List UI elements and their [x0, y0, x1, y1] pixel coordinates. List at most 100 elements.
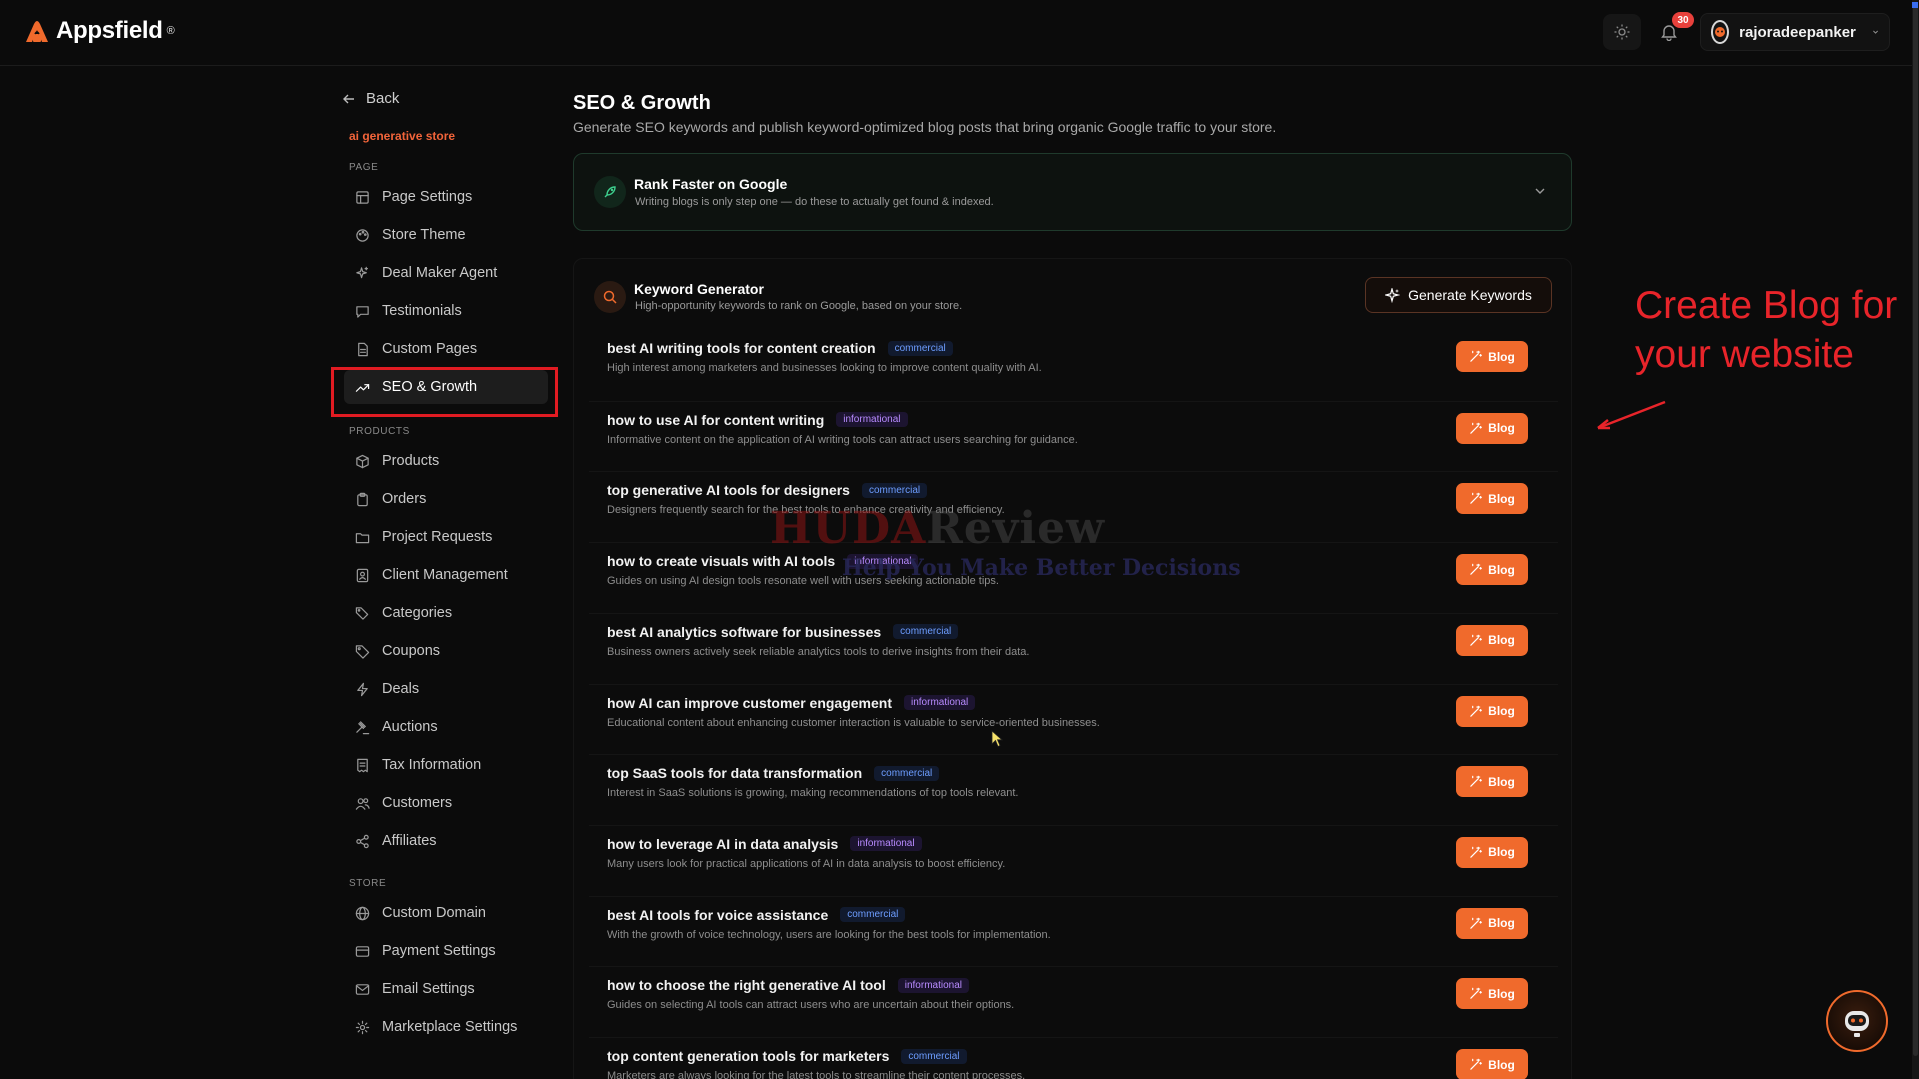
- magic-wand-icon: [1470, 422, 1483, 434]
- sidebar-item-categories[interactable]: Categories: [344, 596, 548, 630]
- blog-button-label: Blog: [1488, 774, 1515, 789]
- keyword-text: how to leverage AI in data analysis: [607, 835, 839, 852]
- trending-up-icon: [354, 379, 370, 395]
- sidebar-item-page-settings[interactable]: Page Settings: [344, 180, 548, 214]
- rank-card-subtitle: Writing blogs is only step one — do thes…: [635, 196, 994, 208]
- keyword-intent-badge: informational: [836, 412, 908, 428]
- notifications-button[interactable]: 30: [1650, 12, 1694, 50]
- create-blog-button[interactable]: Blog: [1456, 554, 1528, 586]
- sidebar-item-testimonials[interactable]: Testimonials: [344, 294, 548, 328]
- create-blog-button[interactable]: Blog: [1456, 978, 1528, 1010]
- keyword-text: how AI can improve customer engagement: [607, 694, 892, 711]
- create-blog-button[interactable]: Blog: [1456, 907, 1528, 939]
- create-blog-button[interactable]: Blog: [1456, 483, 1528, 515]
- clipboard-icon: [354, 491, 370, 507]
- avatar: [1711, 20, 1730, 44]
- sidebar-item-label: Categories: [382, 605, 453, 621]
- sidebar-item-deal-maker-agent[interactable]: Deal Maker Agent: [344, 256, 548, 290]
- gear-icon: [354, 1019, 370, 1035]
- sidebar-item-deals[interactable]: Deals: [344, 672, 548, 706]
- keyword-text: best AI analytics software for businesse…: [607, 623, 882, 640]
- sidebar-item-store-theme[interactable]: Store Theme: [344, 218, 548, 252]
- blog-button-label: Blog: [1488, 562, 1515, 577]
- blog-button-label: Blog: [1488, 845, 1515, 860]
- rank-card-title: Rank Faster on Google: [634, 176, 788, 192]
- generate-keywords-button[interactable]: Generate Keywords: [1365, 277, 1552, 313]
- sidebar-item-orders[interactable]: Orders: [344, 482, 548, 516]
- sidebar-item-label: Products: [382, 453, 440, 469]
- magic-wand-icon: [1470, 563, 1483, 575]
- theme-toggle-button[interactable]: [1603, 14, 1641, 50]
- sidebar-item-label: Deal Maker Agent: [382, 265, 498, 281]
- sidebar-item-label: Coupons: [382, 643, 441, 659]
- keyword-description: Marketers are always looking for the lat…: [607, 1070, 1026, 1079]
- sidebar-item-label: Affiliates: [382, 833, 437, 849]
- sidebar-item-customers[interactable]: Customers: [344, 786, 548, 820]
- create-blog-button[interactable]: Blog: [1456, 766, 1528, 798]
- store-name[interactable]: ai generative store: [349, 129, 455, 143]
- palette-icon: [354, 227, 370, 243]
- sidebar-item-email-settings[interactable]: Email Settings: [344, 972, 548, 1006]
- create-blog-button[interactable]: Blog: [1456, 836, 1528, 868]
- keyword-description: Guides on using AI design tools resonate…: [607, 575, 999, 588]
- gavel-icon: [354, 719, 370, 735]
- magic-wand-icon: [1470, 350, 1483, 362]
- chatbot-button[interactable]: [1826, 990, 1888, 1052]
- keyword-description: High interest among marketers and busine…: [607, 362, 1042, 374]
- sidebar-item-marketplace-settings[interactable]: Marketplace Settings: [344, 1010, 548, 1044]
- sidebar-item-payment-settings[interactable]: Payment Settings: [344, 934, 548, 968]
- sidebar-item-label: Custom Pages: [382, 341, 478, 357]
- top-bar: Appsfield ® 30 rajoradeepanker: [0, 0, 1919, 66]
- keyword-description: Educational content about enhancing cust…: [607, 716, 1100, 729]
- sidebar-item-affiliates[interactable]: Affiliates: [344, 824, 548, 858]
- back-label: Back: [366, 90, 400, 107]
- keyword-text: best AI writing tools for content creati…: [607, 340, 876, 356]
- annotation-arrow-icon: [1597, 400, 1666, 430]
- sidebar-item-tax-information[interactable]: Tax Information: [344, 748, 548, 782]
- keyword-description: Interest in SaaS solutions is growing, m…: [607, 787, 1019, 800]
- page-scrollbar-thumb[interactable]: [1913, 6, 1918, 1056]
- sidebar-item-auctions[interactable]: Auctions: [344, 710, 548, 744]
- create-blog-button[interactable]: Blog: [1456, 624, 1528, 656]
- mouse-cursor-icon: [991, 730, 1003, 748]
- sidebar-item-label: Custom Domain: [382, 905, 486, 921]
- app-logo[interactable]: Appsfield ®: [22, 16, 175, 46]
- keyword-generator-card: Keyword Generator High-opportunity keywo…: [573, 258, 1572, 1079]
- sidebar-item-products[interactable]: Products: [344, 444, 548, 478]
- user-menu-button[interactable]: rajoradeepanker: [1700, 13, 1890, 51]
- blog-button-label: Blog: [1488, 916, 1515, 931]
- keyword-icon-wrap: [594, 281, 626, 313]
- keyword-line: how to leverage AI in data analysis info…: [607, 836, 922, 852]
- create-blog-button[interactable]: Blog: [1456, 1049, 1528, 1079]
- keyword-text: how to create visuals with AI tools: [607, 553, 836, 570]
- sidebar-item-custom-domain[interactable]: Custom Domain: [344, 896, 548, 930]
- chevron-down-icon[interactable]: [1533, 184, 1547, 198]
- keyword-intent-badge: commercial: [887, 340, 953, 356]
- sidebar-item-seo-and-growth[interactable]: SEO & Growth: [344, 370, 548, 404]
- keyword-line: how to create visuals with AI tools info…: [607, 553, 919, 570]
- back-link[interactable]: Back: [342, 90, 399, 107]
- keyword-row: how AI can improve customer engagement i…: [589, 683, 1558, 754]
- sidebar-item-project-requests[interactable]: Project Requests: [344, 520, 548, 554]
- blog-button-label: Blog: [1488, 704, 1515, 718]
- create-blog-button[interactable]: Blog: [1456, 412, 1528, 444]
- sidebar-item-custom-pages[interactable]: Custom Pages: [344, 332, 548, 366]
- create-blog-button[interactable]: Blog: [1456, 341, 1528, 372]
- page-subtitle: Generate SEO keywords and publish keywor…: [573, 119, 1277, 135]
- keyword-row: top content generation tools for markete…: [589, 1037, 1558, 1079]
- keyword-row: how to choose the right generative AI to…: [589, 966, 1558, 1036]
- keyword-row: how to create visuals with AI tools info…: [589, 542, 1558, 612]
- blog-button-label: Blog: [1488, 491, 1515, 506]
- rank-faster-card[interactable]: Rank Faster on Google Writing blogs is o…: [573, 153, 1572, 231]
- keyword-row: how to use AI for content writing inform…: [589, 400, 1558, 471]
- sparkle-icon: [354, 265, 370, 281]
- sidebar-item-label: Marketplace Settings: [382, 1019, 518, 1035]
- arrow-left-icon: [343, 94, 354, 103]
- contact-icon: [354, 567, 370, 583]
- magic-wand-icon: [1470, 1058, 1483, 1070]
- sidebar-item-coupons[interactable]: Coupons: [344, 634, 548, 668]
- annotation-text: Create Blog for your website: [1635, 284, 1898, 376]
- sidebar-item-client-management[interactable]: Client Management: [344, 558, 548, 592]
- create-blog-button[interactable]: Blog: [1456, 695, 1528, 727]
- robot-face-icon: [1715, 27, 1726, 37]
